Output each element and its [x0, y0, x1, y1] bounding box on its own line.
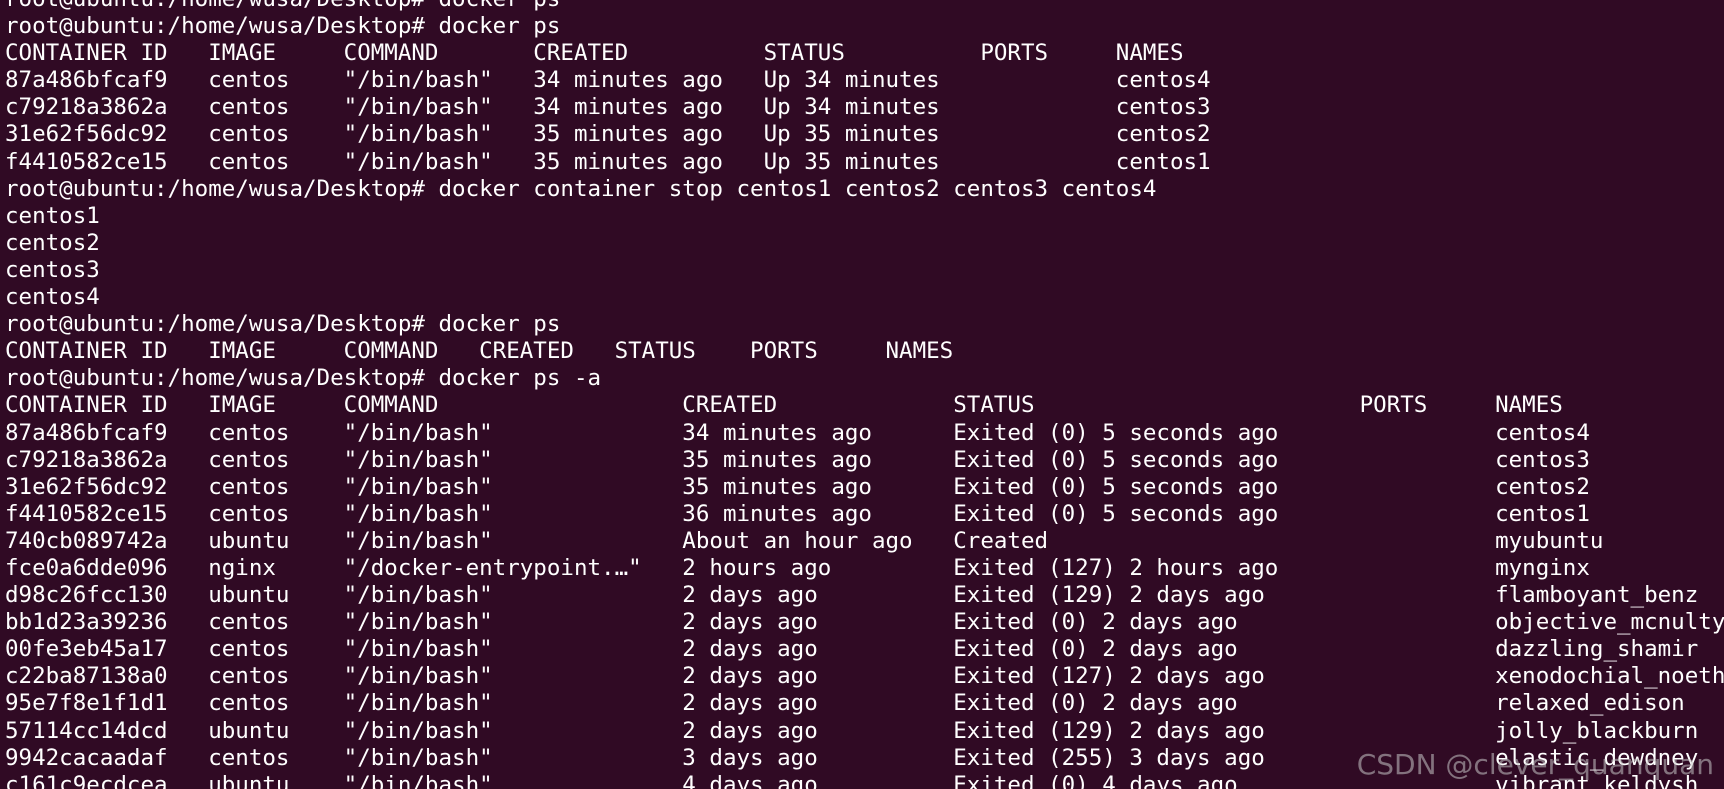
terminal-line: root@ubuntu:/home/wusa/Desktop# docker p…	[5, 13, 561, 40]
terminal-line: c79218a3862a centos "/bin/bash" 35 minut…	[5, 446, 1590, 473]
terminal-line: CONTAINER ID IMAGE COMMAND CREATED STATU…	[5, 392, 1563, 419]
terminal-line: 87a486bfcaf9 centos "/bin/bash" 34 minut…	[5, 67, 1211, 94]
watermark: CSDN @clever_quanquan	[1356, 748, 1714, 781]
terminal-line: 87a486bfcaf9 centos "/bin/bash" 34 minut…	[5, 419, 1590, 446]
terminal-line: f4410582ce15 centos "/bin/bash" 36 minut…	[5, 500, 1590, 527]
terminal-line: 57114cc14dcd ubuntu "/bin/bash" 2 days a…	[5, 717, 1699, 744]
terminal-line: 740cb089742a ubuntu "/bin/bash" About an…	[5, 527, 1604, 554]
terminal-line: f4410582ce15 centos "/bin/bash" 35 minut…	[5, 148, 1211, 175]
terminal-line: 95e7f8e1f1d1 centos "/bin/bash" 2 days a…	[5, 690, 1685, 717]
terminal-line: root@ubuntu:/home/wusa/Desktop# docker p…	[5, 365, 602, 392]
terminal-line: bb1d23a39236 centos "/bin/bash" 2 days a…	[5, 609, 1724, 636]
terminal-window[interactable]: root@ubuntu:/home/wusa/Desktop# docker p…	[0, 0, 1724, 789]
terminal-line: d98c26fcc130 ubuntu "/bin/bash" 2 days a…	[5, 582, 1699, 609]
terminal-output: root@ubuntu:/home/wusa/Desktop# docker p…	[5, 0, 1724, 789]
terminal-line: CONTAINER ID IMAGE COMMAND CREATED STATU…	[5, 338, 954, 365]
terminal-line: centos2	[5, 229, 100, 256]
terminal-line: root@ubuntu:/home/wusa/Desktop# docker c…	[5, 175, 1157, 202]
terminal-line: CONTAINER ID IMAGE COMMAND CREATED STATU…	[5, 40, 1184, 67]
terminal-line: root@ubuntu:/home/wusa/Desktop# docker p…	[5, 0, 1724, 13]
terminal-line: fce0a6dde096 nginx "/docker-entrypoint.……	[5, 554, 1590, 581]
terminal-line: c79218a3862a centos "/bin/bash" 34 minut…	[5, 94, 1211, 121]
terminal-line: 00fe3eb45a17 centos "/bin/bash" 2 days a…	[5, 636, 1699, 663]
terminal-line: centos3	[5, 256, 100, 283]
terminal-line: centos1	[5, 202, 100, 229]
terminal-line: 31e62f56dc92 centos "/bin/bash" 35 minut…	[5, 121, 1211, 148]
terminal-line: c22ba87138a0 centos "/bin/bash" 2 days a…	[5, 663, 1724, 690]
terminal-line: 31e62f56dc92 centos "/bin/bash" 35 minut…	[5, 473, 1590, 500]
terminal-line: centos4	[5, 284, 100, 311]
terminal-line: root@ubuntu:/home/wusa/Desktop# docker p…	[5, 311, 561, 338]
